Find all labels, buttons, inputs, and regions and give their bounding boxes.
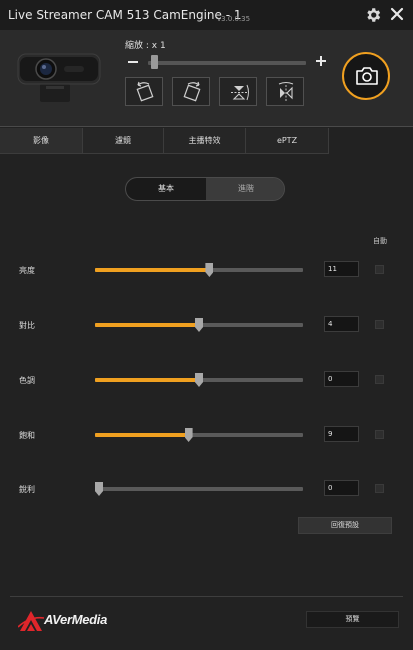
brightness-slider-thumb[interactable] (205, 263, 214, 277)
title-bar: Live Streamer CAM 513 CamEngine - 1 v3.0… (0, 0, 413, 30)
sharpness-auto-checkbox[interactable] (375, 484, 384, 493)
zoom-slider-thumb[interactable] (151, 55, 159, 69)
reset-defaults-button[interactable]: 回復預設 (298, 517, 392, 534)
rotate-left-button[interactable] (125, 77, 163, 106)
brightness-slider-fill (95, 268, 210, 272)
preview-button[interactable]: 預覽 (306, 611, 399, 628)
zoom-out-icon[interactable] (127, 56, 139, 68)
zoom-label: 縮放 : x 1 (125, 41, 166, 51)
advanced-mode-button[interactable]: 進階 (206, 178, 284, 200)
brightness-label: 亮度 (19, 266, 35, 275)
contrast-label: 對比 (19, 321, 35, 330)
footer-divider (10, 596, 403, 597)
camera-icon (356, 67, 378, 85)
hue-label: 色調 (19, 376, 35, 385)
camera-control-panel: 縮放 : x 1 (0, 30, 413, 127)
saturation-auto-checkbox[interactable] (375, 430, 384, 439)
rotate-right-icon (183, 81, 201, 102)
saturation-slider-thumb[interactable] (184, 428, 193, 442)
rotate-left-icon (136, 81, 154, 102)
auto-column-header: 自動 (373, 237, 387, 245)
contrast-slider-fill (95, 323, 199, 327)
brand-name: AVerMedia (44, 612, 108, 627)
contrast-auto-checkbox[interactable] (375, 320, 384, 329)
hue-slider-fill (95, 378, 199, 382)
tab-filter[interactable]: 濾鏡 (83, 128, 164, 154)
zoom-slider-track[interactable] (148, 61, 306, 65)
saturation-slider[interactable] (95, 433, 303, 437)
sharpness-slider[interactable] (95, 487, 303, 491)
brightness-value[interactable]: 11 (324, 261, 359, 277)
window-title: Live Streamer CAM 513 CamEngine - 1 (8, 8, 242, 22)
sharpness-slider-thumb[interactable] (95, 482, 103, 496)
rotate-right-button[interactable] (172, 77, 210, 106)
tab-image[interactable]: 影像 (0, 128, 83, 154)
hue-auto-checkbox[interactable] (375, 375, 384, 384)
close-icon[interactable] (389, 6, 405, 22)
sharpness-label: 銳利 (19, 485, 35, 494)
hue-value[interactable]: 0 (324, 371, 359, 387)
brightness-auto-checkbox[interactable] (375, 265, 384, 274)
brightness-slider[interactable] (95, 268, 303, 272)
webcam-image (17, 53, 101, 102)
tab-eptz[interactable]: ePTZ (246, 128, 329, 154)
zoom-in-icon[interactable] (315, 55, 327, 67)
tab-streamer-effects[interactable]: 主播特效 (164, 128, 246, 154)
flip-horizontal-icon (278, 82, 294, 101)
sharpness-value[interactable]: 0 (324, 480, 359, 496)
hue-slider-thumb[interactable] (195, 373, 203, 387)
flip-vertical-icon (231, 84, 249, 101)
settings-tabs: 影像 濾鏡 主播特效 ePTZ (0, 128, 413, 154)
saturation-value[interactable]: 9 (324, 426, 359, 442)
mode-toggle: 基本 進階 (125, 177, 285, 201)
gear-icon[interactable] (364, 6, 382, 24)
contrast-value[interactable]: 4 (324, 316, 359, 332)
saturation-label: 飽和 (19, 431, 35, 440)
basic-mode-button[interactable]: 基本 (126, 178, 206, 200)
flip-horizontal-button[interactable] (266, 77, 304, 106)
version-label: v3.0.0.35 (217, 15, 251, 23)
flip-vertical-button[interactable] (219, 77, 257, 106)
contrast-slider-thumb[interactable] (195, 318, 203, 332)
saturation-slider-fill (95, 433, 189, 437)
snapshot-button[interactable] (342, 52, 390, 100)
